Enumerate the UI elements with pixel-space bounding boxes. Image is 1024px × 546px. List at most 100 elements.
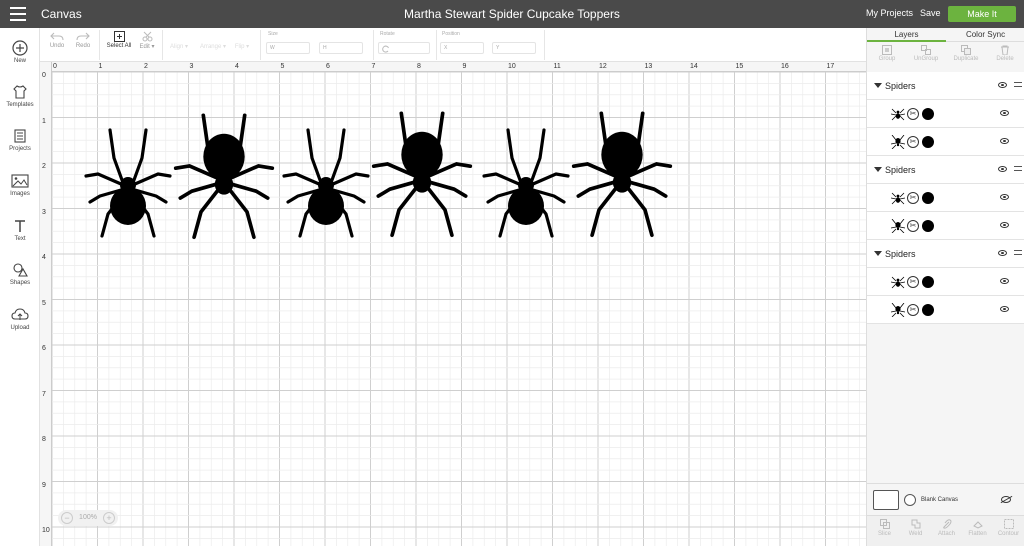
sidebar-item-upload[interactable]: Upload <box>0 307 40 331</box>
color-swatch[interactable] <box>922 276 934 288</box>
reorder-handle-icon[interactable] <box>1014 166 1022 171</box>
undo-label: Undo <box>49 43 65 49</box>
contour-button[interactable]: Contour <box>993 519 1024 537</box>
sidebar-item-shapes[interactable]: Shapes <box>0 262 40 286</box>
left-sidebar: New Templates Projects Images Text Shape… <box>0 28 40 546</box>
sidebar-item-projects[interactable]: Projects <box>0 128 40 152</box>
visibility-eye-icon[interactable] <box>1000 194 1009 200</box>
layer-group[interactable]: Spiders <box>867 72 1024 100</box>
spider-thumbnail-icon <box>891 276 905 289</box>
layer-item[interactable]: ✂ <box>867 296 1024 324</box>
blank-canvas-row[interactable]: Blank Canvas <box>867 483 1024 515</box>
layer-group[interactable]: Spiders <box>867 240 1024 268</box>
color-swatch[interactable] <box>922 108 934 120</box>
tab-color-sync[interactable]: Color Sync <box>946 28 1024 42</box>
cut-operation-icon[interactable]: ✂ <box>907 276 919 288</box>
hamburger-menu-icon[interactable] <box>10 7 26 21</box>
layer-list: Spiders ✂ ✂ Spiders ✂ ✂ Spiders ✂ ✂ <box>867 72 1024 324</box>
ruler-label: 5 <box>42 299 46 307</box>
reorder-handle-icon[interactable] <box>1014 250 1022 255</box>
zoom-in-button[interactable]: + <box>103 512 115 524</box>
layer-group[interactable]: Spiders <box>867 156 1024 184</box>
width-field[interactable]: W <box>266 42 310 54</box>
group-button[interactable]: Group <box>871 45 903 62</box>
ruler-label: 3 <box>42 208 46 216</box>
arrange-dropdown[interactable]: Arrange ▾ <box>198 43 228 50</box>
ruler-label: 10 <box>42 527 50 534</box>
edit-label: Edit <box>139 44 150 50</box>
cut-operation-icon[interactable]: ✂ <box>907 108 919 120</box>
slice-label: Slice <box>877 531 891 537</box>
redo-button[interactable]: Redo <box>72 31 94 49</box>
spider-thumbnail-icon <box>891 219 905 233</box>
cut-operation-icon[interactable]: ✂ <box>907 220 919 232</box>
ungroup-button[interactable]: UnGroup <box>910 45 942 62</box>
color-swatch[interactable] <box>922 192 934 204</box>
layer-item[interactable]: ✂ <box>867 184 1024 212</box>
collapse-arrow-icon[interactable] <box>874 251 882 256</box>
cut-operation-icon[interactable]: ✂ <box>907 192 919 204</box>
ruler-label: 6 <box>42 345 46 352</box>
sidebar-item-images[interactable]: Images <box>0 173 40 197</box>
slice-button[interactable]: Slice <box>869 519 900 537</box>
flip-dropdown[interactable]: Flip ▾ <box>232 43 252 50</box>
cut-operation-icon[interactable]: ✂ <box>907 304 919 316</box>
sidebar-item-text[interactable]: Text <box>0 218 40 242</box>
rotate-field[interactable] <box>378 42 430 54</box>
attach-button[interactable]: Attach <box>931 519 962 537</box>
visibility-eye-icon[interactable] <box>1000 278 1009 284</box>
visibility-eye-icon[interactable] <box>1000 222 1009 228</box>
color-swatch[interactable] <box>922 220 934 232</box>
sidebar-item-label: Images <box>10 191 30 197</box>
canvas-color-swatch[interactable] <box>873 490 899 510</box>
visibility-eye-icon[interactable] <box>1000 110 1009 116</box>
ruler-label: 4 <box>235 63 239 70</box>
reorder-handle-icon[interactable] <box>1014 82 1022 87</box>
layer-item[interactable]: ✂ <box>867 100 1024 128</box>
align-dropdown[interactable]: Align ▾ <box>168 43 190 50</box>
ruler-label: 4 <box>42 254 46 261</box>
plus-circle-icon <box>12 40 28 56</box>
sidebar-item-new[interactable]: New <box>0 40 40 64</box>
design-canvas[interactable]: 0 1 2 3 4 5 6 7 8 9 10 11 12 13 14 15 16 17 0 1 2 3 4 5 6 7 8 9 10 … <box>40 62 866 546</box>
visibility-eye-icon[interactable] <box>998 166 1007 172</box>
make-it-button[interactable]: Make It <box>948 6 1016 22</box>
canvas-color-circle[interactable] <box>904 494 916 506</box>
ungroup-label: UnGroup <box>913 56 939 62</box>
duplicate-button[interactable]: Duplicate <box>950 45 982 62</box>
visibility-eye-icon[interactable] <box>1000 306 1009 312</box>
sidebar-item-label: Text <box>14 236 26 242</box>
layer-item[interactable]: ✂ <box>867 128 1024 156</box>
flatten-button[interactable]: Flatten <box>962 519 993 537</box>
contour-label: Contour <box>997 531 1020 537</box>
zoom-out-button[interactable]: − <box>61 512 73 524</box>
my-projects-link[interactable]: My Projects <box>866 8 913 18</box>
y-position-field[interactable]: Y <box>492 42 536 54</box>
weld-button[interactable]: Weld <box>900 519 931 537</box>
hidden-eye-icon[interactable] <box>1001 496 1011 503</box>
visibility-eye-icon[interactable] <box>998 82 1007 88</box>
height-field[interactable]: H <box>319 42 363 54</box>
layer-item[interactable]: ✂ <box>867 268 1024 296</box>
save-button[interactable]: Save <box>920 8 941 18</box>
delete-button[interactable]: Delete <box>989 45 1021 62</box>
canvas-grid[interactable] <box>52 72 866 546</box>
tab-layers[interactable]: Layers <box>867 28 946 42</box>
sidebar-item-templates[interactable]: Templates <box>0 84 40 108</box>
visibility-eye-icon[interactable] <box>1000 138 1009 144</box>
upload-icon <box>11 308 29 320</box>
collapse-arrow-icon[interactable] <box>874 83 882 88</box>
visibility-eye-icon[interactable] <box>998 250 1007 256</box>
undo-button[interactable]: Undo <box>46 31 68 49</box>
edit-dropdown[interactable]: Edit ▾ <box>136 31 158 50</box>
collapse-arrow-icon[interactable] <box>874 167 882 172</box>
top-bar: Canvas Martha Stewart Spider Cupcake Top… <box>0 0 1024 28</box>
select-all-button[interactable]: Select All <box>104 31 134 49</box>
color-swatch[interactable] <box>922 304 934 316</box>
cut-operation-icon[interactable]: ✂ <box>907 136 919 148</box>
layer-item[interactable]: ✂ <box>867 212 1024 240</box>
color-swatch[interactable] <box>922 136 934 148</box>
spider-image[interactable] <box>173 113 275 240</box>
x-position-field[interactable]: X <box>440 42 484 54</box>
arrange-label: Arrange <box>199 44 222 50</box>
